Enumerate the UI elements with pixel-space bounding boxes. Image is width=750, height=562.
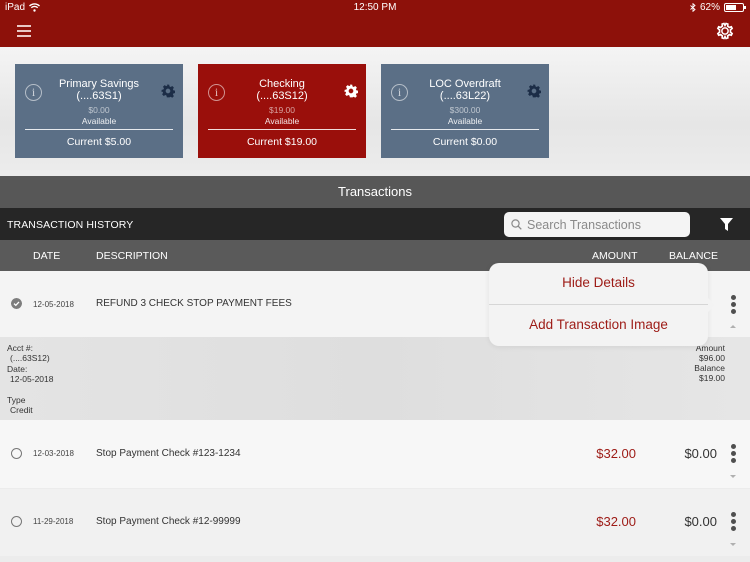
account-settings-icon[interactable] [161, 84, 175, 98]
collapse-caret-icon[interactable] [730, 325, 736, 328]
available-label: Available [81, 116, 117, 126]
account-name: Checking [259, 78, 305, 90]
divider [25, 129, 173, 130]
detail-amount-value: $96.00 [699, 353, 725, 363]
detail-balance-value: $19.00 [699, 373, 725, 383]
info-icon[interactable]: i [208, 84, 225, 101]
current-balance: Current $19.00 [246, 136, 318, 148]
current-balance: Current $0.00 [432, 136, 498, 148]
filter-icon[interactable] [720, 218, 733, 231]
column-date[interactable]: DATE [33, 250, 60, 262]
search-input[interactable] [527, 217, 687, 232]
select-radio[interactable] [11, 448, 22, 459]
search-icon [511, 219, 522, 230]
account-card-primary-savings[interactable]: i Primary Savings (....63S1) $0.00 Avail… [15, 64, 183, 158]
account-settings-icon[interactable] [344, 84, 358, 98]
search-box[interactable] [504, 212, 690, 237]
gear-icon[interactable] [716, 22, 734, 40]
account-name: Primary Savings [58, 78, 140, 90]
status-time: 12:50 PM [353, 2, 397, 13]
select-radio[interactable] [11, 516, 22, 527]
menu-divider [489, 304, 708, 305]
status-right: 62% [690, 2, 746, 13]
account-card-loc-overdraft[interactable]: i LOC Overdraft (....63L22) $300.00 Avai… [381, 64, 549, 158]
column-description[interactable]: DESCRIPTION [96, 250, 168, 262]
divider [391, 129, 539, 130]
expand-caret-icon[interactable] [730, 543, 736, 546]
detail-acct-value: (....63S12) [10, 353, 50, 363]
available-amount: $19.00 [269, 105, 295, 115]
transaction-description: REFUND 3 CHECK STOP PAYMENT FEES [96, 298, 292, 309]
column-balance[interactable]: BALANCE [669, 250, 718, 262]
transaction-balance: $0.00 [684, 514, 717, 529]
account-card-checking[interactable]: i Checking (....63S12) $19.00 Available … [198, 64, 366, 158]
transaction-description: Stop Payment Check #12-99999 [96, 516, 241, 527]
app-navbar [0, 16, 750, 47]
transaction-description: Stop Payment Check #123-1234 [96, 448, 241, 459]
account-settings-icon[interactable] [527, 84, 541, 98]
account-name: LOC Overdraft [429, 78, 501, 90]
available-label: Available [447, 116, 483, 126]
battery-icon [724, 3, 746, 12]
transaction-options-popover: Hide Details Add Transaction Image [489, 263, 715, 346]
transaction-details: Acct #: (....63S12) Date: 12-05-2018 Typ… [0, 337, 750, 420]
add-transaction-image-menu-item[interactable]: Add Transaction Image [489, 317, 708, 332]
transaction-amount: $32.00 [596, 514, 636, 529]
detail-date-label: Date: [7, 364, 28, 374]
hide-details-menu-item[interactable]: Hide Details [489, 275, 708, 290]
column-amount[interactable]: AMOUNT [592, 250, 638, 262]
transactions-header: Transactions [0, 176, 750, 208]
available-amount: $300.00 [449, 105, 481, 115]
bluetooth-icon [690, 3, 696, 12]
transaction-date: 11-29-2018 [33, 517, 74, 526]
transaction-row[interactable]: 11-29-2018 Stop Payment Check #12-99999 … [0, 489, 750, 556]
info-icon[interactable]: i [391, 84, 408, 101]
detail-balance-label: Balance [694, 363, 725, 373]
account-cards: i Primary Savings (....63S1) $0.00 Avail… [0, 47, 750, 176]
current-balance: Current $5.00 [66, 136, 132, 148]
available-amount: $0.00 [88, 105, 110, 115]
more-options-icon[interactable] [729, 295, 737, 315]
hamburger-icon[interactable] [17, 25, 31, 37]
divider [208, 129, 356, 130]
detail-acct-label: Acct #: [7, 343, 33, 353]
account-number: (....63S1) [76, 90, 122, 102]
detail-type-value: Credit [10, 405, 33, 415]
detail-type-label: Type [7, 395, 26, 405]
more-options-icon[interactable] [729, 512, 737, 532]
popover-arrow [708, 298, 715, 312]
battery-percent: 62% [699, 2, 720, 13]
account-number: (....63L22) [439, 90, 491, 102]
expand-caret-icon[interactable] [730, 475, 736, 478]
transaction-row[interactable]: 12-03-2018 Stop Payment Check #123-1234 … [0, 420, 750, 488]
info-icon[interactable]: i [25, 84, 42, 101]
available-label: Available [264, 116, 300, 126]
more-options-icon[interactable] [729, 444, 737, 464]
account-number: (....63S12) [256, 90, 308, 102]
selected-check-icon[interactable] [11, 298, 22, 309]
transaction-balance: $0.00 [684, 446, 717, 461]
transaction-date: 12-03-2018 [33, 449, 74, 458]
transaction-amount: $32.00 [596, 446, 636, 461]
battery-fill [726, 5, 736, 10]
detail-date-value: 12-05-2018 [10, 374, 54, 384]
transaction-history-title: TRANSACTION HISTORY [7, 219, 134, 231]
transaction-history-bar: TRANSACTION HISTORY [0, 208, 750, 240]
transaction-date: 12-05-2018 [33, 300, 74, 309]
status-bar: iPad 12:50 PM 62% [0, 0, 750, 16]
